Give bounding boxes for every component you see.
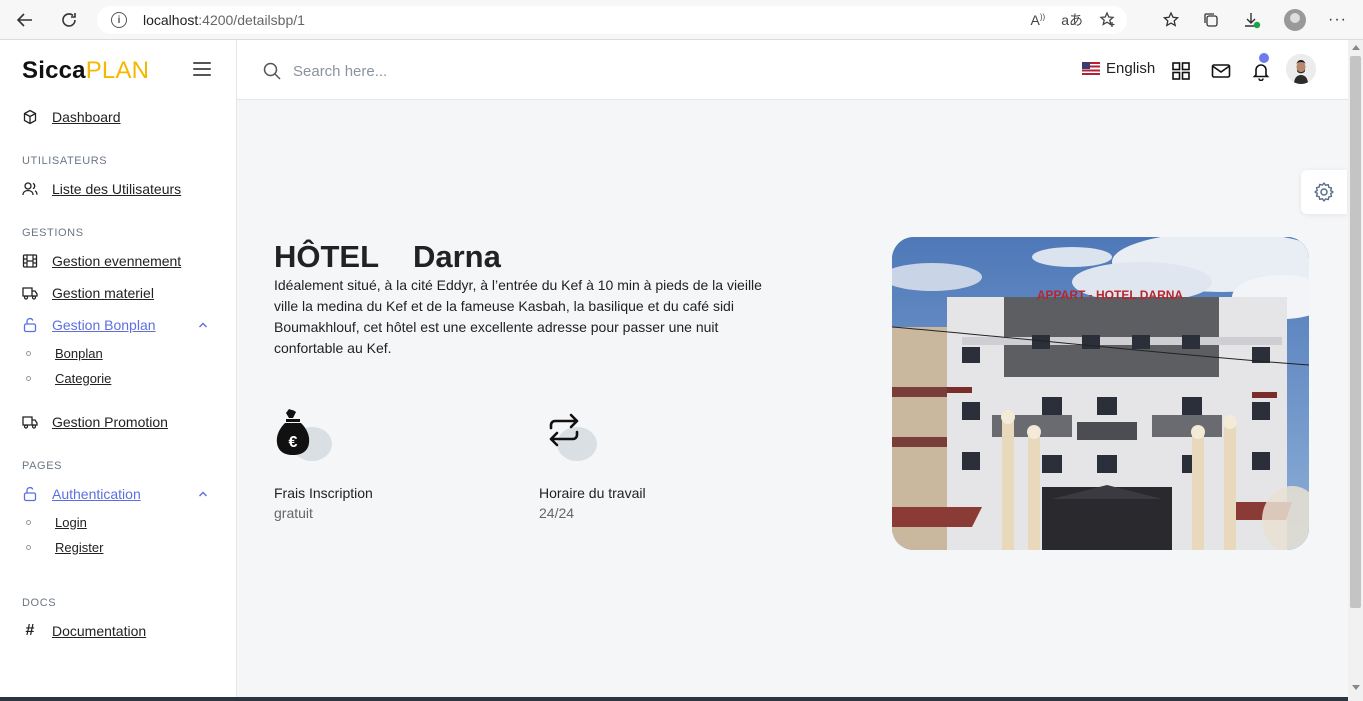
- truck-icon: [22, 285, 38, 301]
- apps-grid-icon[interactable]: [1171, 61, 1191, 81]
- repeat-icon: [549, 413, 579, 447]
- chevron-up-icon[interactable]: [198, 320, 208, 330]
- feature-label: Frais Inscription: [274, 485, 373, 501]
- feature-frais-inscription: € Frais Inscription gratuit: [274, 407, 474, 521]
- collections-icon[interactable]: [1202, 11, 1220, 29]
- refresh-icon[interactable]: [55, 6, 83, 34]
- bell-icon[interactable]: [1251, 61, 1271, 81]
- scroll-up-icon[interactable]: [1352, 45, 1360, 50]
- search-icon: [263, 62, 281, 80]
- url-path: :4200/detailsbp/1: [198, 12, 305, 28]
- unlock-icon: [22, 486, 38, 502]
- browser-toolbar: i localhost:4200/detailsbp/1 A)) aあ ···: [0, 0, 1363, 40]
- sidebar-subitem-bonplan[interactable]: Bonplan: [26, 344, 103, 362]
- add-favorite-icon[interactable]: [1099, 11, 1117, 29]
- info-icon[interactable]: i: [111, 12, 127, 28]
- sidebar-item-documentation[interactable]: # Documentation: [22, 621, 147, 641]
- section-heading-pages: PAGES: [22, 460, 63, 472]
- downloads-icon[interactable]: [1242, 11, 1262, 29]
- feature-label: Horaire du travail: [539, 485, 646, 501]
- sidebar-item-users-list[interactable]: Liste des Utilisateurs: [22, 179, 181, 199]
- hash-icon: #: [25, 622, 35, 639]
- sidebar: SiccaPLAN Dashboard UTILISATEURS Liste d…: [0, 40, 237, 701]
- scrollbar-thumb[interactable]: [1350, 56, 1361, 608]
- page-title: HÔTEL Darna: [274, 239, 501, 274]
- more-icon[interactable]: ···: [1328, 11, 1347, 29]
- section-heading-gestions: GESTIONS: [22, 227, 84, 239]
- language-selector[interactable]: English: [1082, 60, 1155, 77]
- settings-button[interactable]: [1301, 170, 1347, 214]
- brand-logo[interactable]: SiccaPLAN: [22, 57, 149, 85]
- sidebar-item-events[interactable]: Gestion evennement: [22, 251, 181, 271]
- back-icon[interactable]: [11, 6, 39, 34]
- gear-icon: [1314, 182, 1334, 202]
- browser-profile-avatar[interactable]: [1284, 9, 1307, 31]
- feature-value: gratuit: [274, 505, 313, 521]
- sidebar-subitem-register[interactable]: Register: [26, 538, 103, 556]
- truck-icon: [22, 414, 38, 430]
- scrollbar[interactable]: [1348, 40, 1363, 701]
- us-flag-icon: [1082, 62, 1100, 75]
- favorites-icon[interactable]: [1162, 11, 1180, 29]
- avatar[interactable]: [1286, 54, 1316, 84]
- sidebar-item-promotion[interactable]: Gestion Promotion: [22, 412, 168, 432]
- section-heading-users: UTILISATEURS: [22, 155, 108, 167]
- feature-value: 24/24: [539, 505, 575, 521]
- language-label: English: [1106, 60, 1156, 77]
- film-icon: [22, 253, 38, 269]
- topbar: English: [237, 40, 1348, 100]
- unlock-icon: [22, 317, 38, 333]
- notification-badge: [1259, 53, 1269, 63]
- cube-icon: [22, 109, 38, 125]
- taskbar-edge: [0, 697, 1348, 701]
- sidebar-item-dashboard[interactable]: Dashboard: [22, 107, 121, 127]
- url-host: localhost: [143, 12, 199, 28]
- svg-text:€: €: [289, 434, 298, 451]
- money-bag-icon: €: [276, 409, 310, 455]
- translate-icon[interactable]: aあ: [1061, 10, 1083, 30]
- hotel-description: Idéalement situé, à la cité Eddyr, à l’e…: [274, 277, 762, 356]
- hotel-photo: APPART - HOTEL DARNA: [892, 237, 1309, 550]
- address-bar[interactable]: i localhost:4200/detailsbp/1 A)) aあ: [97, 6, 1127, 34]
- sidebar-item-bonplan[interactable]: Gestion Bonplan: [22, 315, 156, 335]
- menu-toggle-icon[interactable]: [193, 62, 211, 76]
- section-heading-docs: DOCS: [22, 597, 57, 609]
- users-icon: [22, 181, 38, 197]
- scroll-down-icon[interactable]: [1352, 685, 1360, 690]
- mail-icon[interactable]: [1211, 61, 1231, 81]
- sidebar-subitem-categorie[interactable]: Categorie: [26, 369, 111, 387]
- search-input[interactable]: [293, 60, 693, 82]
- sidebar-item-material[interactable]: Gestion materiel: [22, 283, 154, 303]
- feature-horaire-travail: Horaire du travail 24/24: [539, 407, 739, 521]
- read-aloud-icon[interactable]: A)): [1031, 12, 1046, 28]
- sidebar-subitem-login[interactable]: Login: [26, 513, 87, 531]
- sidebar-item-authentication[interactable]: Authentication: [22, 484, 141, 504]
- chevron-up-icon[interactable]: [198, 489, 208, 499]
- hotel-sign-text: APPART - HOTEL DARNA: [1037, 288, 1184, 302]
